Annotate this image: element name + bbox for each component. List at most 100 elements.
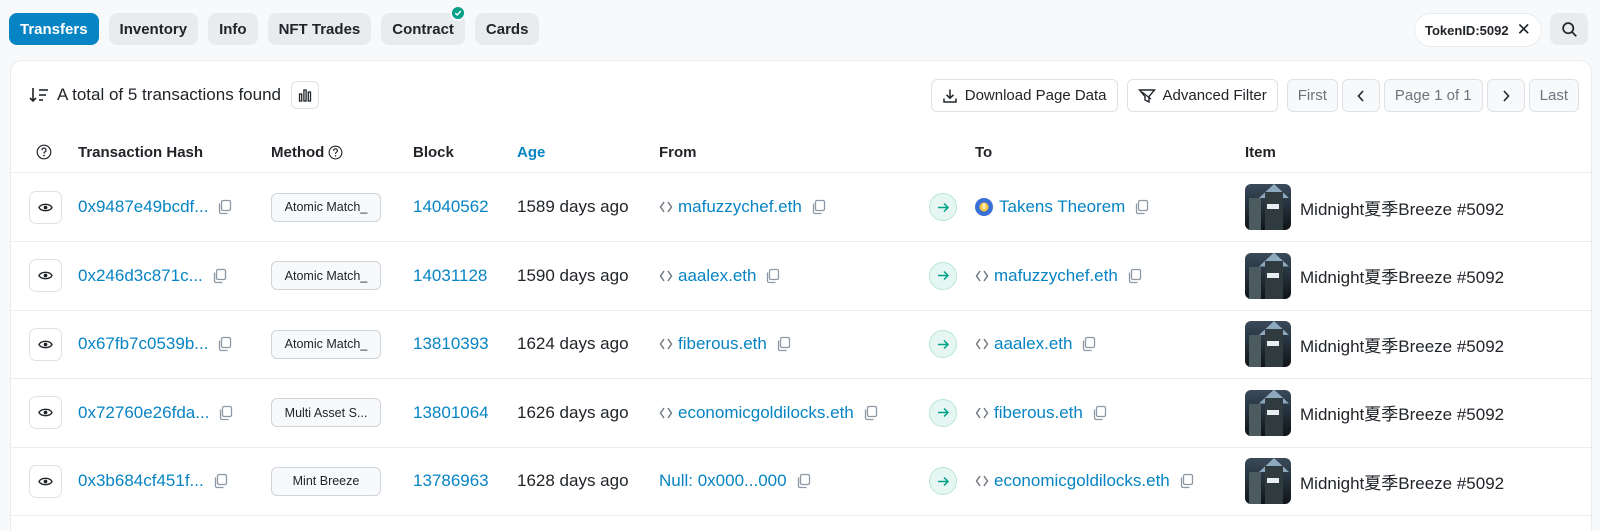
item-name[interactable]: Midnight夏季Breeze #5092	[1300, 332, 1505, 357]
nft-thumbnail[interactable]	[1245, 389, 1291, 436]
method-badge: Atomic Match_	[271, 261, 381, 290]
copy-icon[interactable]	[863, 405, 878, 421]
eye-icon	[38, 271, 53, 280]
tab-cards[interactable]: Cards	[474, 13, 540, 45]
copy-icon[interactable]	[1134, 199, 1149, 215]
view-details-button[interactable]	[29, 190, 62, 224]
view-details-button[interactable]	[29, 396, 62, 429]
copy-icon[interactable]	[776, 336, 791, 352]
table-header: Transaction Hash Method Block Age From T…	[11, 133, 1591, 173]
tab-transfers[interactable]: Transfers	[9, 13, 99, 45]
from-address-link[interactable]: economicgoldilocks.eth	[678, 403, 854, 423]
method-badge: Multi Asset S...	[271, 398, 381, 427]
block-link[interactable]: 13786963	[413, 471, 489, 491]
item-name[interactable]: Midnight夏季Breeze #5092	[1300, 469, 1505, 494]
tab-contract[interactable]: Contract	[381, 5, 466, 45]
contract-icon	[975, 338, 989, 350]
table-row: 0x9487e49bcdf... Atomic Match_ 14040562 …	[11, 173, 1591, 242]
copy-icon[interactable]	[1081, 336, 1096, 352]
tab-info[interactable]: Info	[208, 13, 258, 45]
to-kind-icon	[975, 269, 989, 283]
previous-page-button[interactable]	[1341, 79, 1380, 112]
close-icon[interactable]: ✕	[1517, 20, 1531, 40]
pagination: First Page 1 of 1 Last	[1286, 79, 1579, 112]
item-name[interactable]: Midnight夏季Breeze #5092	[1300, 263, 1505, 288]
block-link[interactable]: 14031128	[413, 266, 487, 286]
token-filter-chip: TokenID:5092 ✕	[1414, 13, 1542, 47]
from-address-link[interactable]: fiberous.eth	[678, 334, 767, 354]
block-link[interactable]: 13801064	[413, 403, 489, 423]
transaction-hash-link[interactable]: 0x72760e26fda...	[78, 403, 209, 423]
nft-thumbnail[interactable]	[1245, 184, 1291, 230]
chart-button[interactable]	[290, 81, 319, 109]
copy-icon[interactable]	[1127, 268, 1142, 284]
table-row: 0x67fb7c0539b... Atomic Match_ 13810393 …	[11, 310, 1591, 379]
from-address-link[interactable]: Null: 0x000...000	[659, 471, 787, 491]
copy-icon[interactable]	[212, 268, 227, 284]
token-filter-label: TokenID:5092	[1425, 22, 1509, 38]
copy-icon[interactable]	[1179, 473, 1194, 489]
tab-bar: Transfers Inventory Info NFT Trades Cont…	[9, 5, 540, 45]
block-link[interactable]: 13810393	[413, 334, 489, 354]
nft-thumbnail[interactable]	[1245, 458, 1291, 504]
from-kind-icon	[659, 406, 673, 420]
to-address-link[interactable]: fiberous.eth	[994, 403, 1083, 423]
first-page-button[interactable]: First	[1286, 79, 1338, 112]
from-address-link[interactable]: mafuzzychef.eth	[678, 197, 802, 217]
transaction-hash-link[interactable]: 0x3b684cf451f...	[78, 471, 204, 491]
tab-inventory[interactable]: Inventory	[108, 13, 199, 45]
download-page-data-button[interactable]: Download Page Data	[930, 79, 1118, 112]
sort-icon	[29, 88, 48, 103]
column-age[interactable]: Age	[517, 144, 545, 161]
table-toolbar: Download Page Data Advanced Filter First…	[930, 79, 1579, 112]
contract-icon	[659, 338, 673, 350]
from-kind-icon	[659, 200, 673, 214]
transaction-hash-link[interactable]: 0x67fb7c0539b...	[78, 334, 208, 354]
to-address-link[interactable]: aaalex.eth	[994, 334, 1072, 354]
view-details-button[interactable]	[29, 259, 62, 292]
next-page-button[interactable]	[1486, 79, 1525, 112]
view-details-button[interactable]	[29, 327, 62, 361]
nft-thumbnail[interactable]	[1245, 252, 1291, 299]
transaction-hash-link[interactable]: 0x246d3c871c...	[78, 266, 203, 286]
arrow-right-icon	[929, 330, 957, 358]
eye-icon	[38, 408, 53, 417]
copy-icon[interactable]	[1092, 405, 1107, 421]
bar-chart-icon	[298, 89, 312, 102]
contract-icon	[975, 475, 989, 487]
block-link[interactable]: 14040562	[413, 197, 489, 217]
from-address-link[interactable]: aaalex.eth	[678, 266, 756, 286]
to-kind-icon	[975, 474, 989, 488]
copy-icon[interactable]	[765, 268, 780, 284]
item-name[interactable]: Midnight夏季Breeze #5092	[1300, 195, 1505, 220]
copy-icon[interactable]	[218, 405, 233, 421]
column-block: Block	[413, 144, 454, 161]
method-badge: Atomic Match_	[271, 329, 381, 359]
help-icon[interactable]	[36, 144, 52, 160]
copy-icon[interactable]	[217, 199, 232, 215]
to-address-link[interactable]: mafuzzychef.eth	[994, 266, 1118, 286]
copy-icon[interactable]	[796, 473, 811, 489]
tab-nft-trades[interactable]: NFT Trades	[267, 13, 372, 45]
item-name[interactable]: Midnight夏季Breeze #5092	[1300, 400, 1505, 425]
search-icon	[1561, 21, 1577, 37]
arrow-right-icon	[929, 467, 957, 495]
advanced-filter-button[interactable]: Advanced Filter	[1126, 79, 1278, 112]
last-page-button[interactable]: Last	[1528, 79, 1579, 112]
column-method: Method	[271, 144, 343, 161]
view-details-button[interactable]	[29, 464, 62, 498]
chevron-left-icon	[1357, 89, 1364, 102]
column-to: To	[975, 144, 993, 161]
copy-icon[interactable]	[217, 336, 232, 352]
copy-icon[interactable]	[213, 473, 228, 489]
contract-icon	[659, 201, 673, 213]
contract-icon	[975, 270, 989, 281]
to-address-link[interactable]: Takens Theorem	[999, 197, 1125, 217]
search-button[interactable]	[1550, 13, 1588, 45]
transfers-card: A total of 5 transactions found Download…	[10, 60, 1592, 531]
nft-thumbnail[interactable]	[1245, 321, 1291, 367]
copy-icon[interactable]	[811, 199, 826, 215]
transaction-hash-link[interactable]: 0x9487e49bcdf...	[78, 197, 208, 217]
to-address-link[interactable]: economicgoldilocks.eth	[994, 471, 1170, 491]
table-row: 0x3b684cf451f... Mint Breeze 13786963 16…	[11, 447, 1591, 516]
